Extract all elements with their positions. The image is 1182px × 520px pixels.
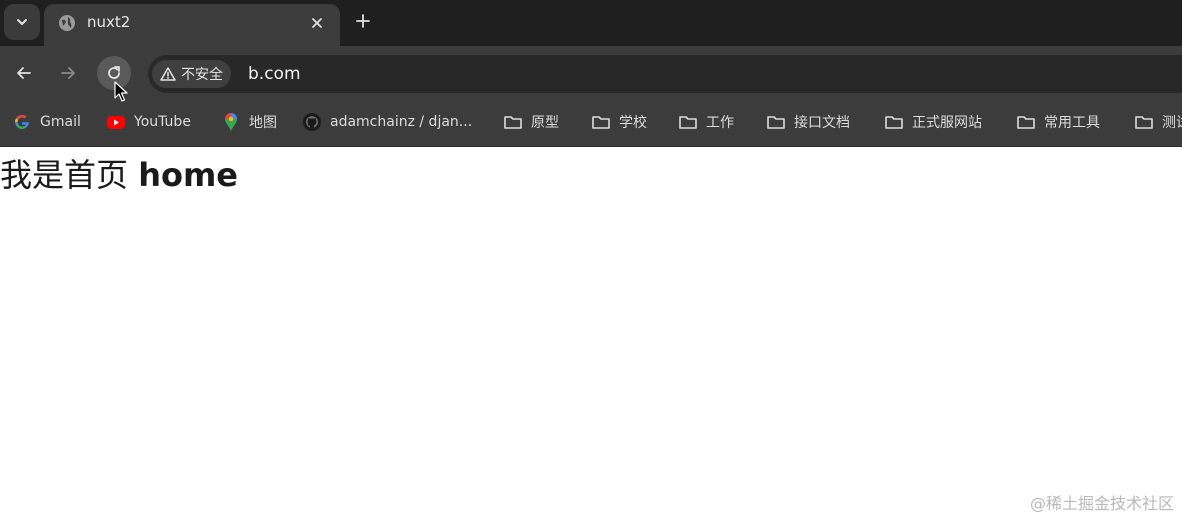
bookmark-folder-work[interactable]: 工作 [678,110,734,134]
bookmark-label: YouTube [134,114,191,130]
tab-search-button[interactable] [4,4,40,40]
toolbar: 不安全 b.com [0,46,1182,100]
bookmark-maps[interactable]: 地图 [221,110,277,134]
arrow-left-icon [17,67,31,79]
bookmark-gmail[interactable]: Gmail [12,110,81,134]
watermark: @稀土掘金技术社区 [1029,494,1174,513]
bookmark-label: 正式服网站 [912,115,982,131]
bookmark-label: 地图 [249,115,277,131]
new-tab-button[interactable] [348,6,378,36]
arrow-right-icon [61,67,75,79]
folder-icon [504,116,522,129]
bookmark-folder-production-sites[interactable]: 正式服网站 [884,110,982,134]
browser-window: nuxt2 不安全 b.com Gmail YouTube 地图 adamcha… [0,0,1182,520]
bookmark-label: 接口文档 [794,115,850,131]
bookmark-github[interactable]: adamchainz / djan... [302,110,472,134]
chevron-down-icon [17,19,27,25]
bookmark-folder-api-docs[interactable]: 接口文档 [766,110,850,134]
tab-title: nuxt2 [87,13,131,31]
bookmark-label: 原型 [531,115,559,131]
bookmark-label: 常用工具 [1044,115,1100,131]
bookmarks-bar: Gmail YouTube 地图 adamchainz / djan... 原型… [0,100,1182,147]
bookmark-label: 学校 [619,115,647,131]
bookmark-label: Gmail [40,114,81,130]
bookmark-label: 工作 [706,115,734,131]
maps-pin-icon [225,113,237,131]
github-icon [303,113,321,131]
folder-icon [1017,116,1035,129]
folder-icon [885,116,903,129]
youtube-icon [107,116,125,129]
reload-icon [108,66,120,79]
security-chip[interactable]: 不安全 [152,60,231,88]
folder-icon [767,116,785,129]
tab-active[interactable]: nuxt2 [44,4,340,46]
page-viewport: 我是首页 home @稀土掘金技术社区 [0,147,1182,520]
tab-strip: nuxt2 [0,0,1182,46]
url-text[interactable]: b.com [248,63,301,85]
mouse-cursor-icon [114,81,128,102]
bookmark-label: adamchainz / djan... [330,114,473,130]
folder-icon [592,116,610,129]
back-button[interactable] [7,56,41,90]
address-bar[interactable]: 不安全 b.com [148,55,1182,93]
tab-close-button[interactable] [306,12,328,34]
bookmark-youtube[interactable]: YouTube [106,110,191,134]
bookmark-folder-test[interactable]: 测试 [1134,110,1182,134]
warning-triangle-icon [160,67,176,81]
globe-icon [59,15,75,31]
plus-icon [356,14,370,28]
google-icon [15,114,29,129]
bookmark-folder-prototype[interactable]: 原型 [503,110,559,134]
heading-english: home [138,156,238,194]
page-heading: 我是首页 home [0,155,238,195]
forward-button[interactable] [51,56,85,90]
bookmark-folder-school[interactable]: 学校 [591,110,647,134]
security-label: 不安全 [181,67,223,83]
bookmark-folder-tools[interactable]: 常用工具 [1016,110,1100,134]
heading-chinese: 我是首页 [0,156,129,194]
bookmark-label: 测试 [1162,115,1182,131]
close-icon [312,18,322,28]
folder-icon [1135,116,1153,129]
folder-icon [679,116,697,129]
